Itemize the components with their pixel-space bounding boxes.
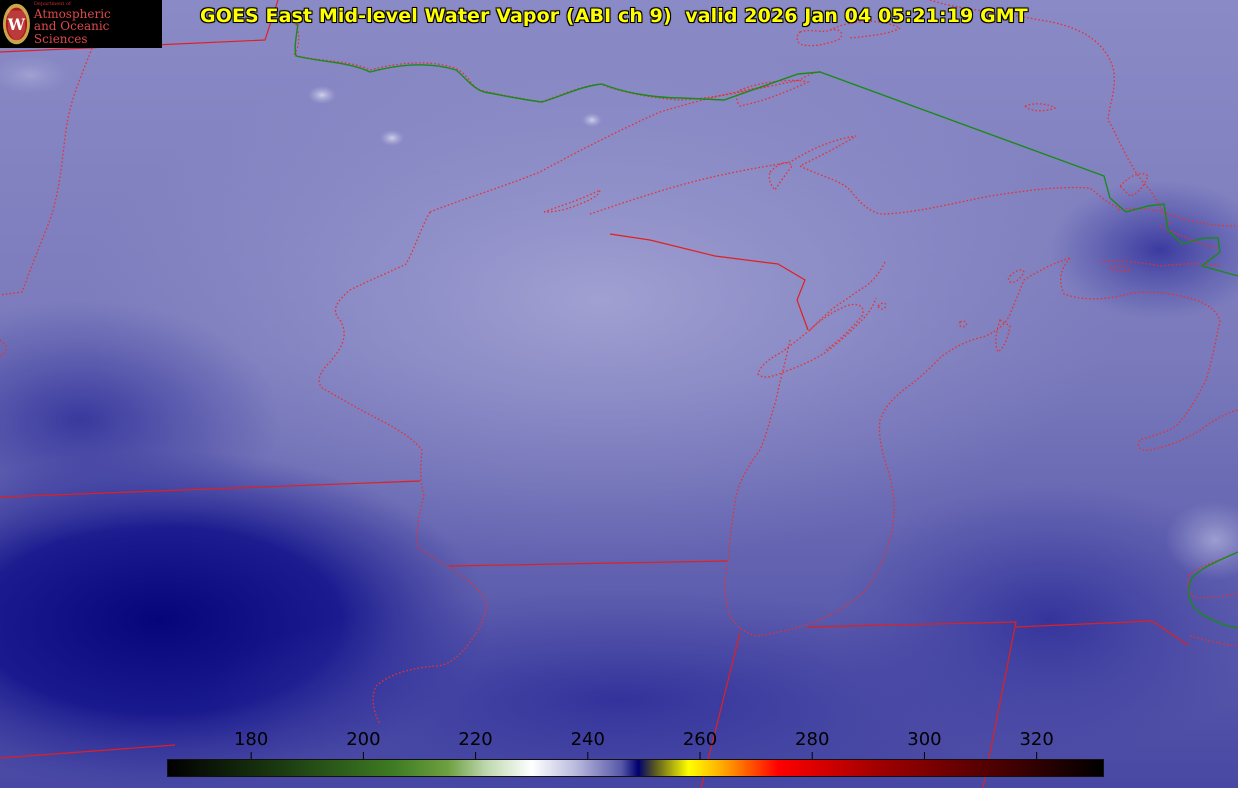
logo-text: Department of Atmospheric and Oceanic Sc… xyxy=(33,2,162,46)
colorbar-tick-label: 320 xyxy=(1019,729,1054,750)
temperature-colorbar xyxy=(167,759,1104,777)
cloud-patch xyxy=(380,130,404,146)
colorbar-tick-label: 300 xyxy=(907,729,942,750)
uw-seal-icon: W xyxy=(2,3,30,45)
colorbar-tick-label: 240 xyxy=(570,729,605,750)
cloud-patch xyxy=(308,86,336,104)
seal-letter: W xyxy=(7,16,26,34)
satellite-map-view: W Department of Atmospheric and Oceanic … xyxy=(0,0,1238,788)
water-vapor-map xyxy=(0,0,1238,788)
colorbar-tick-label: 260 xyxy=(682,729,718,750)
uw-aos-logo: W Department of Atmospheric and Oceanic … xyxy=(0,0,162,48)
colorbar-tick-label: 220 xyxy=(458,729,493,750)
colorbar-tick-label: 200 xyxy=(346,729,381,750)
logo-oceanic: and Oceanic Sciences xyxy=(33,19,110,46)
colorbar-tick-label: 280 xyxy=(795,729,830,750)
image-title: GOES East Mid-level Water Vapor (ABI ch … xyxy=(200,5,1028,27)
cloud-patch xyxy=(582,113,602,127)
colorbar-tick-label: 180 xyxy=(233,729,269,750)
